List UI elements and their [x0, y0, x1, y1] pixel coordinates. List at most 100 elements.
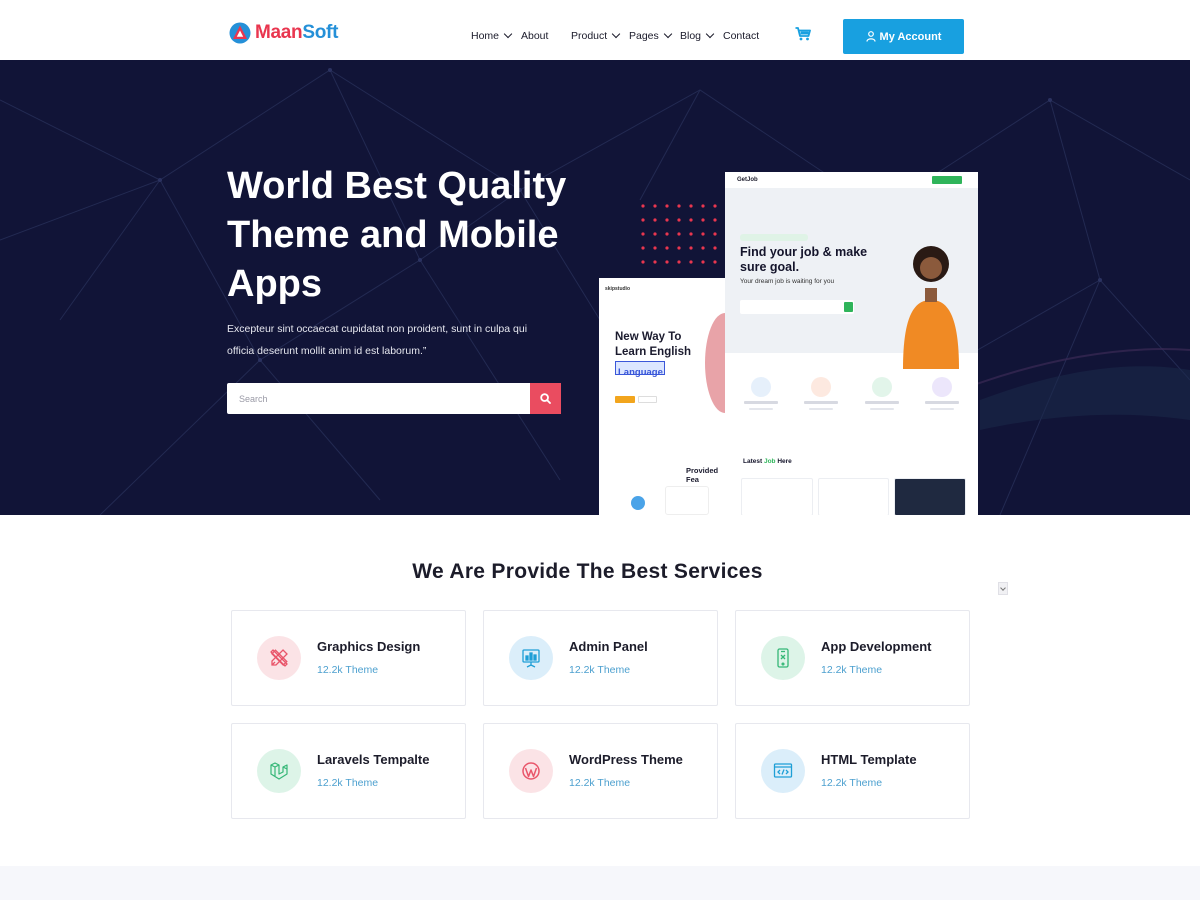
service-subtitle: 12.2k Theme	[821, 777, 883, 789]
service-card-admin-panel[interactable]: Admin Panel 12.2k Theme	[483, 610, 718, 706]
search-icon	[540, 393, 551, 404]
chevron-down-icon	[705, 29, 715, 39]
hero-description: Excepteur sint occaecat cupidatat non pr…	[227, 323, 528, 357]
service-icon-bg	[257, 749, 301, 793]
globe-icon	[631, 496, 645, 510]
smartphone-icon	[777, 648, 789, 668]
service-title: App Development	[821, 639, 932, 654]
latest-highlight: Job	[763, 458, 776, 465]
service-icon-bg	[509, 749, 553, 793]
step-label	[864, 401, 899, 404]
step-label	[924, 401, 959, 404]
logo-icon	[229, 22, 251, 44]
step-text	[869, 408, 894, 410]
english-app-mockup: skipstudio New Way To Learn English Lang…	[599, 278, 725, 515]
design-tools-icon	[270, 649, 288, 667]
mockup-steps	[739, 377, 964, 410]
mockup-secondary-button	[638, 396, 657, 403]
mockup-search-button	[844, 302, 853, 312]
mockup-step	[860, 377, 904, 410]
nav-item-blog[interactable]: Blog	[680, 29, 715, 42]
mockup-job-card	[817, 478, 890, 515]
step-text	[749, 408, 773, 410]
logo-text-soft: Soft	[302, 22, 339, 43]
service-card-html-template[interactable]: HTML Template 12.2k Theme	[735, 723, 970, 819]
mockup-job-subline: Your dream job is waiting for you	[740, 278, 835, 285]
laravel-icon	[270, 762, 288, 780]
step-label	[804, 401, 839, 404]
service-title: Admin Panel	[569, 639, 648, 654]
services-title: We Are Provide The Best Services	[412, 560, 763, 583]
chevron-down-icon	[611, 29, 621, 39]
step-icon	[931, 377, 952, 397]
logo[interactable]: MaanSoft	[229, 22, 338, 44]
service-icon-bg	[761, 749, 805, 793]
job-site-mockup: GetJob Find your job & make sure goal. Y…	[725, 172, 978, 515]
search-button[interactable]	[530, 383, 561, 414]
chevron-down-icon	[1000, 585, 1006, 591]
nav-item-contact[interactable]: Contact	[723, 30, 759, 42]
nav-label: Product	[571, 30, 608, 42]
latest-label: Latest	[743, 458, 763, 465]
mockup-search	[740, 300, 854, 314]
mockup-nav-button	[932, 176, 962, 184]
nav-item-pages[interactable]: Pages	[629, 29, 673, 42]
step-icon	[871, 377, 892, 397]
nav-item-product[interactable]: Product	[571, 29, 621, 42]
step-icon	[811, 377, 832, 397]
service-card-wordpress-theme[interactable]: WordPress Theme 12.2k Theme	[483, 723, 718, 819]
service-subtitle: 12.2k Theme	[821, 664, 883, 676]
nav-label: Home	[471, 30, 500, 42]
mockup-headline: New Way To Learn English	[615, 331, 692, 358]
mockup-hero-area: Find your job & make sure goal. Your dre…	[725, 188, 978, 369]
logo-text-maan: Maan	[255, 22, 303, 43]
service-card-laravel-template[interactable]: Laravels Tempalte 12.2k Theme	[231, 723, 466, 819]
logo-text: MaanSoft	[255, 22, 338, 44]
mockup-job-headline: Find your job & make sure goal.	[740, 245, 868, 274]
hero-section: World Best Quality Theme and Mobile Apps…	[0, 60, 1190, 515]
service-subtitle: 12.2k Theme	[317, 777, 379, 789]
step-icon	[751, 377, 771, 397]
next-section-background	[0, 866, 1200, 900]
nav-label: About	[521, 30, 549, 42]
nav-item-home[interactable]: Home	[471, 29, 513, 42]
code-window-icon	[773, 763, 793, 778]
my-account-button[interactable]: My Account	[843, 19, 964, 54]
mockup-feature-card	[665, 486, 709, 515]
mockup-job-card	[741, 478, 813, 515]
mockup-step	[920, 377, 964, 410]
mockup-person-illustration	[903, 246, 959, 369]
nav-label: Pages	[629, 30, 659, 42]
nav-item-about[interactable]: About	[521, 30, 548, 42]
my-account-label: My Account	[879, 30, 942, 43]
scroll-down-button[interactable]	[998, 582, 1008, 595]
service-title: Graphics Design	[317, 639, 421, 654]
chevron-down-icon	[503, 29, 513, 39]
mockup-job-cards	[741, 478, 967, 515]
cart-icon[interactable]	[795, 27, 811, 41]
service-title: WordPress Theme	[569, 752, 683, 767]
search-input[interactable]	[227, 383, 530, 414]
service-card-graphics-design[interactable]: Graphics Design 12.2k Theme	[231, 610, 466, 706]
chevron-down-icon	[663, 29, 673, 39]
mockup-brand: skipstudio	[605, 286, 631, 292]
mockup-highlight-box: Language	[615, 361, 665, 378]
service-subtitle: 12.2k Theme	[569, 777, 631, 789]
nav-label: Contact	[723, 30, 760, 42]
service-icon-bg	[257, 636, 301, 680]
hero-title: World Best Quality Theme and Mobile Apps	[227, 165, 567, 305]
service-card-app-development[interactable]: App Development 12.2k Theme	[735, 610, 970, 706]
mockup-logo: GetJob	[737, 177, 758, 183]
mockup-highlight-text: Language	[618, 367, 663, 378]
mockup-provided-label: Provided Fea	[686, 466, 719, 484]
mockup-job-card	[894, 478, 967, 515]
mockup-latest-heading: Latest Job Here	[743, 458, 792, 465]
step-label	[744, 401, 778, 404]
service-title: HTML Template	[821, 752, 917, 767]
nav-label: Blog	[680, 30, 702, 42]
service-subtitle: 12.2k Theme	[569, 664, 631, 676]
latest-suffix: Here	[777, 458, 792, 465]
wordpress-icon	[522, 762, 540, 780]
hero-search-box	[227, 383, 561, 414]
service-icon-bg	[509, 636, 553, 680]
